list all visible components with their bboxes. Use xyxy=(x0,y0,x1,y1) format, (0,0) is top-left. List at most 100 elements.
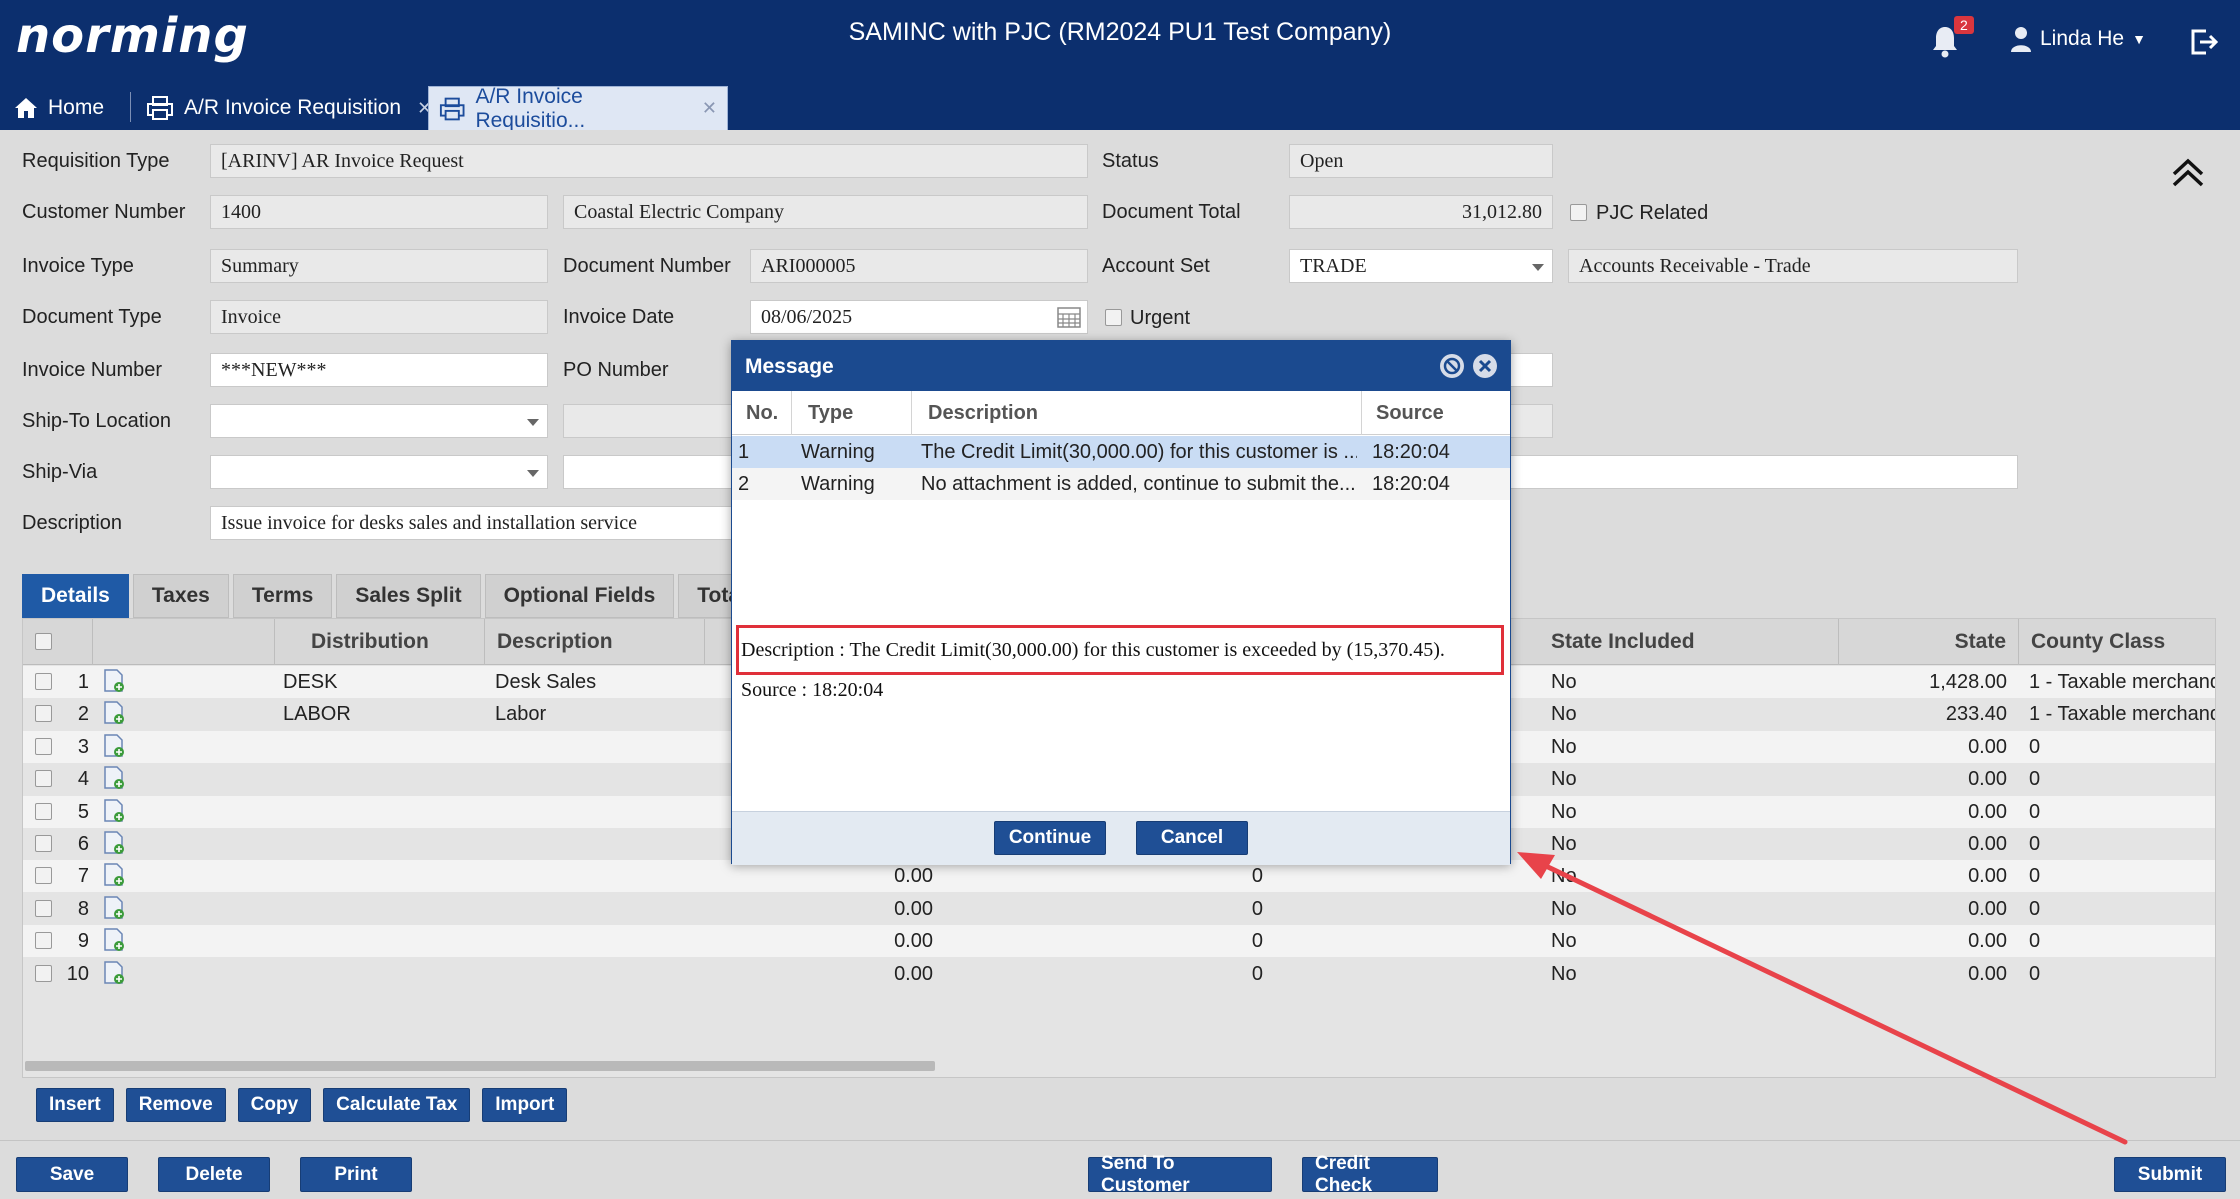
message-description: No attachment is added, continue to subm… xyxy=(921,473,1356,495)
account-set-description: Accounts Receivable - Trade xyxy=(1568,249,2018,283)
table-row[interactable]: 9 0.00 0 No 0.00 0 xyxy=(23,925,2215,958)
ship-to-location-select[interactable] xyxy=(210,404,548,438)
calendar-icon[interactable] xyxy=(1057,306,1081,328)
tab-sales-split[interactable]: Sales Split xyxy=(336,574,481,618)
invoice-date-field[interactable]: 08/06/2025 xyxy=(750,300,1088,334)
tab-home[interactable]: Home xyxy=(4,86,114,130)
table-row[interactable]: 7 0.00 0 No 0.00 0 xyxy=(23,860,2215,893)
document-add-icon[interactable] xyxy=(103,701,125,725)
column-description[interactable]: Description xyxy=(912,391,1362,435)
message-row[interactable]: 1 Warning The Credit Limit(30,000.00) fo… xyxy=(732,436,1510,468)
send-to-customer-button[interactable]: Send To Customer xyxy=(1088,1153,1272,1196)
state-included: No xyxy=(1551,897,1577,920)
row-checkbox[interactable] xyxy=(35,705,52,723)
save-button[interactable]: Save xyxy=(16,1157,128,1192)
column-state-included[interactable]: State Included xyxy=(1539,619,1839,665)
tab-optional-fields[interactable]: Optional Fields xyxy=(484,574,675,618)
copy-button[interactable]: Copy xyxy=(237,1088,312,1122)
icon-column-header xyxy=(93,619,275,665)
close-icon[interactable] xyxy=(1472,353,1498,379)
document-type-label: Document Type xyxy=(22,306,162,328)
horizontal-scrollbar[interactable] xyxy=(25,1061,935,1071)
message-dialog: Message No. Type Description Source 1 Wa… xyxy=(731,340,1512,865)
user-name: Linda He xyxy=(2040,27,2125,50)
select-all-checkbox[interactable] xyxy=(35,633,52,650)
message-description: The Credit Limit(30,000.00) for this cus… xyxy=(921,441,1357,463)
row-checkbox[interactable] xyxy=(35,899,52,917)
tab-ar-invoice-requisition[interactable]: A/R Invoice Requisition ✕ xyxy=(136,86,442,130)
invoice-type-field: Summary xyxy=(210,249,548,283)
company-name: SAMINC with PJC (RM2024 PU1 Test Company… xyxy=(848,18,1392,46)
collapse-chevron-icon[interactable] xyxy=(2168,154,2208,190)
requisition-type-label: Requisition Type xyxy=(22,150,170,172)
column-no[interactable]: No. xyxy=(732,391,792,435)
column-county-class[interactable]: County Class xyxy=(2019,619,2217,665)
row-number: 5 xyxy=(77,800,89,823)
credit-check-button[interactable]: Credit Check xyxy=(1302,1153,1438,1196)
document-add-icon[interactable] xyxy=(103,734,125,758)
delete-button[interactable]: Delete xyxy=(158,1157,270,1192)
column-distribution-code[interactable]: Distribution Code xyxy=(275,619,485,699)
print-button[interactable]: Print xyxy=(300,1157,412,1192)
row-checkbox[interactable] xyxy=(35,770,52,788)
tab-taxes[interactable]: Taxes xyxy=(132,574,229,618)
insert-button[interactable]: Insert xyxy=(36,1088,114,1122)
notification-badge: 2 xyxy=(1954,16,1974,34)
account-set-label: Account Set xyxy=(1102,255,1210,277)
import-button[interactable]: Import xyxy=(482,1088,568,1122)
tab-ar-invoice-requisition-active[interactable]: A/R Invoice Requisitio... ✕ xyxy=(428,84,728,132)
tab-details[interactable]: Details xyxy=(22,574,129,618)
ship-via-label: Ship-Via xyxy=(22,461,98,483)
calculate-tax-button[interactable]: Calculate Tax xyxy=(323,1088,471,1122)
pjc-related-label: PJC Related xyxy=(1596,202,1709,224)
remove-button[interactable]: Remove xyxy=(125,1088,226,1122)
line-quantity: 0 xyxy=(1251,962,1263,985)
column-type[interactable]: Type xyxy=(792,391,912,435)
document-add-icon[interactable] xyxy=(103,896,125,920)
invoice-number-field[interactable]: ***NEW*** xyxy=(210,353,548,387)
document-add-icon[interactable] xyxy=(103,669,125,693)
norming-logo[interactable]: norming xyxy=(16,8,249,64)
description-field[interactable]: Issue invoice for desks sales and instal… xyxy=(210,506,750,540)
message-row[interactable]: 2 Warning No attachment is added, contin… xyxy=(732,468,1510,500)
column-description[interactable]: Description xyxy=(485,619,705,665)
cancel-button[interactable]: Cancel xyxy=(1136,821,1248,855)
submit-button[interactable]: Submit xyxy=(2114,1157,2226,1192)
row-checkbox[interactable] xyxy=(35,673,52,690)
row-checkbox[interactable] xyxy=(35,835,52,852)
document-add-icon[interactable] xyxy=(103,766,125,790)
account-set-select[interactable]: TRADE xyxy=(1289,249,1553,283)
logout-icon[interactable] xyxy=(2188,26,2220,58)
message-source: 18:20:04 xyxy=(1372,473,1450,495)
line-description: Labor xyxy=(495,703,547,726)
document-add-icon[interactable] xyxy=(103,831,125,855)
row-checkbox[interactable] xyxy=(35,802,52,820)
state-included: No xyxy=(1551,962,1577,985)
document-add-icon[interactable] xyxy=(103,863,125,887)
row-checkbox[interactable] xyxy=(35,964,52,982)
column-state[interactable]: State xyxy=(1839,619,2019,665)
user-menu[interactable]: Linda He ▼ xyxy=(2010,26,2146,52)
urgent-checkbox[interactable] xyxy=(1105,309,1122,326)
tab-terms[interactable]: Terms xyxy=(232,574,333,618)
table-row[interactable]: 10 0.00 0 No 0.00 0 xyxy=(23,957,2215,990)
continue-button[interactable]: Continue xyxy=(994,821,1106,855)
state-included: No xyxy=(1551,768,1577,791)
tab-label: Home xyxy=(48,96,105,119)
ship-via-select[interactable] xyxy=(210,455,548,489)
row-checkbox[interactable] xyxy=(35,867,52,885)
state-amount: 0.00 xyxy=(1968,930,2007,953)
minimize-icon[interactable] xyxy=(1439,353,1465,379)
document-add-icon[interactable] xyxy=(103,928,125,952)
pjc-related-checkbox[interactable] xyxy=(1570,204,1587,221)
tab-label: A/R Invoice Requisitio... xyxy=(475,84,586,132)
column-source[interactable]: Source xyxy=(1362,391,1512,435)
row-checkbox[interactable] xyxy=(35,737,52,755)
close-icon[interactable]: ✕ xyxy=(702,98,717,119)
status-label: Status xyxy=(1102,150,1159,172)
row-checkbox[interactable] xyxy=(35,932,52,950)
table-row[interactable]: 8 0.00 0 No 0.00 0 xyxy=(23,892,2215,925)
document-add-icon[interactable] xyxy=(103,798,125,823)
ship-to-location-description xyxy=(563,404,743,438)
document-add-icon[interactable] xyxy=(103,960,125,985)
